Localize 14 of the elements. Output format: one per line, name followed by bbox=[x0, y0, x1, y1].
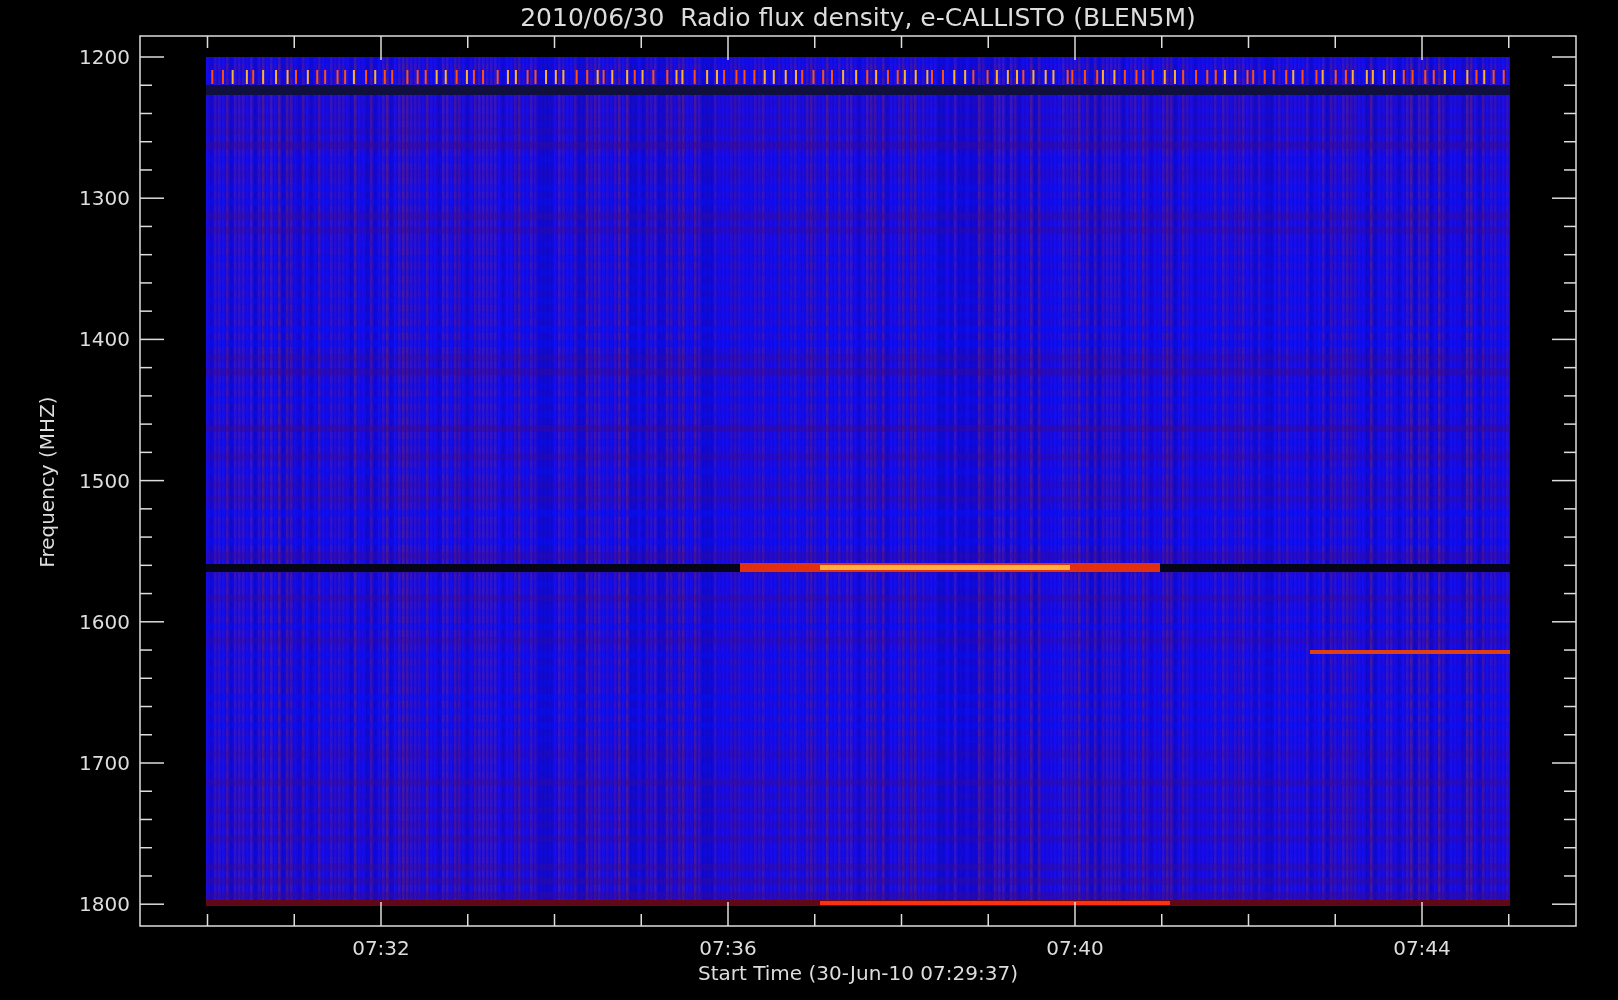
x-tick-label: 07:32 bbox=[352, 936, 410, 960]
y-tick-label: 1200 bbox=[79, 45, 130, 69]
y-axis-label: Frequency (MHZ) bbox=[35, 396, 59, 568]
x-axis-label: Start Time (30-Jun-10 07:29:37) bbox=[698, 961, 1018, 985]
y-tick-label: 1400 bbox=[79, 327, 130, 352]
x-tick-label: 07:44 bbox=[1393, 936, 1451, 960]
y-tick-label: 1600 bbox=[79, 609, 130, 634]
y-tick-label: 1800 bbox=[79, 892, 130, 917]
y-tick-label: 1700 bbox=[79, 751, 130, 775]
y-tick-label: 1300 bbox=[79, 186, 130, 211]
x-tick-label: 07:40 bbox=[1046, 936, 1104, 960]
x-tick-label: 07:36 bbox=[699, 936, 757, 960]
y-tick-label: 1500 bbox=[79, 468, 130, 493]
chart-title: 2010/06/30 Radio flux density, e-CALLISTO (BLEN5M) bbox=[520, 3, 1196, 32]
